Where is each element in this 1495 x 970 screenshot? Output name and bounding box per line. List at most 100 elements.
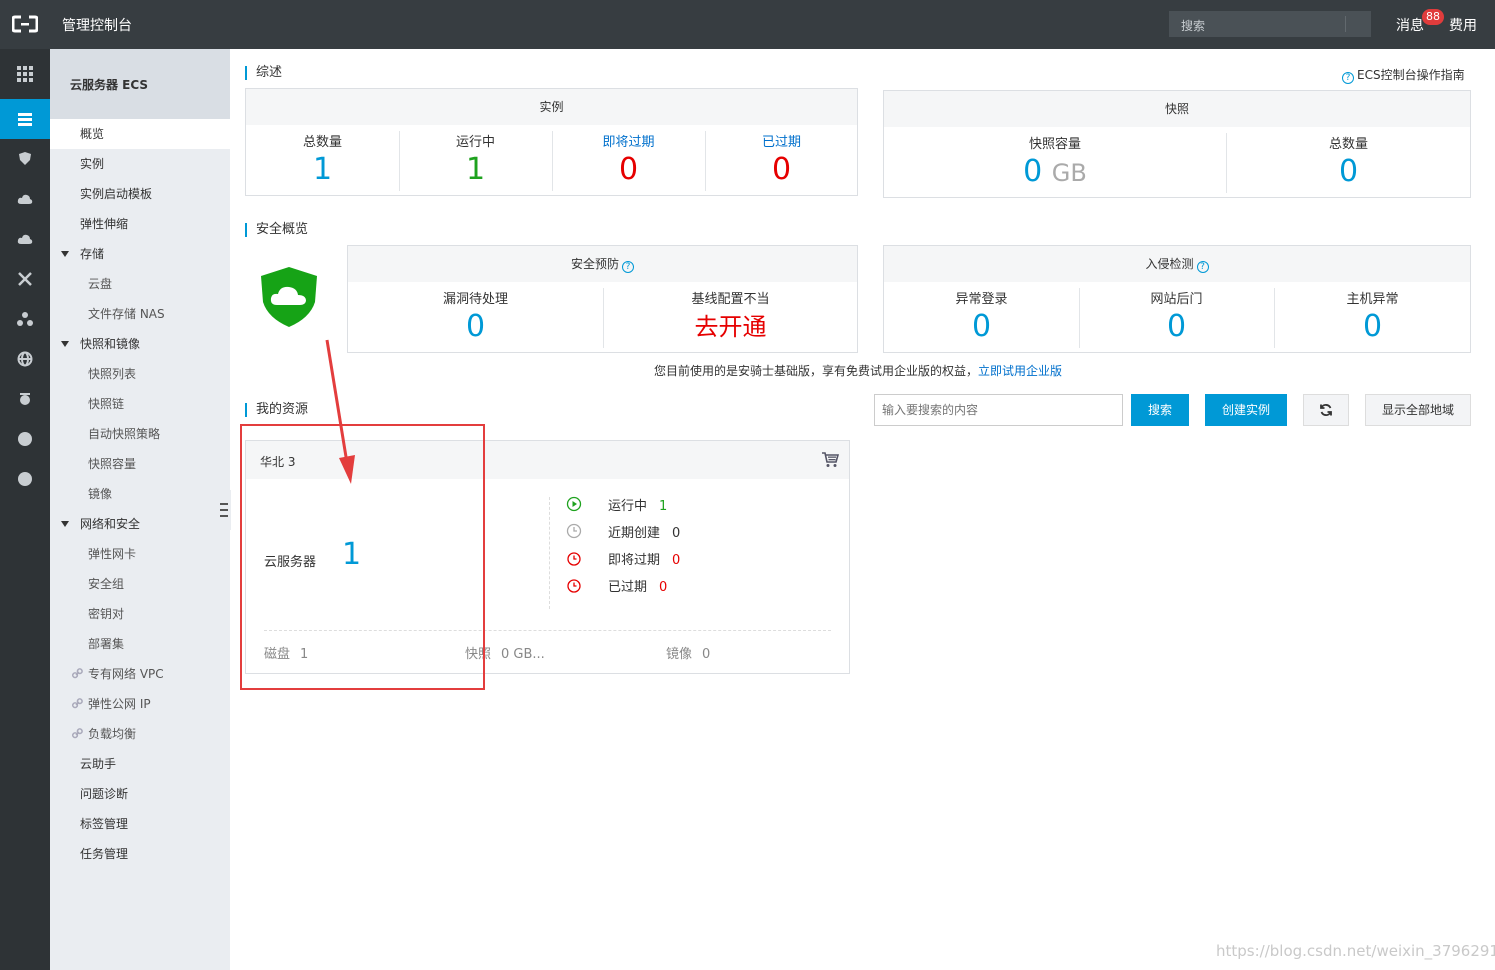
top-search-input[interactable]: 搜索: [1169, 11, 1371, 37]
sidebar-collapse-handle[interactable]: [217, 490, 231, 530]
sidebar-item-images[interactable]: 镜像: [50, 479, 230, 509]
sidebar-item-keypair[interactable]: 密钥对: [50, 599, 230, 629]
sidebar-item-label: 标签管理: [80, 817, 129, 831]
help-icon[interactable]: ?: [622, 261, 634, 273]
instances-expiring-label[interactable]: 即将过期: [552, 131, 705, 150]
web-backdoor[interactable]: 网站后门 0: [1079, 282, 1274, 345]
sidebar-item-diagnosis[interactable]: 问题诊断: [50, 779, 230, 809]
messages-link[interactable]: 消息: [1396, 15, 1424, 35]
sidebar-item-instances[interactable]: 实例: [50, 149, 230, 179]
rail-monitor[interactable]: [0, 379, 50, 419]
stat-value: 0: [672, 553, 681, 568]
rail-apps[interactable]: [0, 54, 50, 94]
stat-value: 1: [659, 499, 668, 514]
host-anomaly[interactable]: 主机异常 0: [1274, 282, 1471, 345]
caret-down-icon: [61, 341, 69, 347]
console-title[interactable]: 管理控制台: [62, 15, 132, 35]
abnormal-login[interactable]: 异常登录 0: [884, 282, 1079, 345]
link-icon: [72, 728, 83, 739]
instances-total-label: 总数量: [302, 135, 342, 150]
snapshot-capacity-unit: GB: [1051, 159, 1087, 187]
baseline-label: 基线配置不当: [691, 292, 770, 307]
rail-ecs[interactable]: [0, 99, 50, 139]
rail-dot-2[interactable]: [0, 459, 50, 499]
instances-running-value: 1: [465, 152, 486, 187]
instances-expired-value: 0: [771, 152, 792, 187]
rail-security[interactable]: [0, 139, 50, 179]
sidebar-item-auto-snapshot[interactable]: 自动快照策略: [50, 419, 230, 449]
rail-cloud-upload[interactable]: [0, 219, 50, 259]
instances-total[interactable]: 总数量 1: [246, 125, 399, 188]
stat-label: 运行中: [608, 499, 648, 514]
resource-search-button[interactable]: 搜索: [1131, 394, 1189, 426]
sidebar-item-tasks[interactable]: 任务管理: [50, 839, 230, 869]
snapshot-capacity-value: 0 GB: [884, 154, 1226, 191]
intrusion-panel: 入侵检测? 异常登录 0 网站后门 0 主机异常 0: [883, 245, 1471, 353]
panel-header-text: 快照: [1164, 102, 1189, 116]
sidebar-item-security-group[interactable]: 安全组: [50, 569, 230, 599]
snapshot-capacity[interactable]: 快照容量 0 GB: [884, 127, 1226, 191]
sidebar-item-label: 部署集: [88, 637, 125, 651]
sidebar-item-label: 自动快照策略: [88, 427, 161, 441]
menu-bar: [220, 509, 228, 511]
sidebar-item-eni[interactable]: 弹性网卡: [50, 539, 230, 569]
panel-header-text: 实例: [539, 100, 564, 114]
shield-icon: [19, 152, 31, 165]
sidebar-item-label: 网络和安全: [80, 517, 141, 531]
instances-expired[interactable]: 已过期 0: [705, 125, 858, 188]
baseline-misconfig[interactable]: 基线配置不当 去开通: [603, 282, 858, 345]
instances-running[interactable]: 运行中 1: [399, 125, 552, 188]
rail-network[interactable]: [0, 299, 50, 339]
sidebar-item-vpc[interactable]: 专有网络 VPC: [50, 659, 230, 689]
create-instance-button[interactable]: 创建实例: [1205, 394, 1287, 426]
vuln-pending[interactable]: 漏洞待处理 0: [348, 282, 603, 345]
rail-tools[interactable]: [0, 259, 50, 299]
sidebar-group-snapshots-images[interactable]: 快照和镜像: [50, 329, 230, 359]
sidebar-item-nas[interactable]: 文件存储 NAS: [50, 299, 230, 329]
sidebar-item-deployment-set[interactable]: 部署集: [50, 629, 230, 659]
sidebar-item-disks[interactable]: 云盘: [50, 269, 230, 299]
sidebar-item-label: 弹性网卡: [88, 547, 137, 561]
server-icon: [18, 113, 32, 126]
rail-dot-1[interactable]: [0, 419, 50, 459]
rail-globe[interactable]: [0, 339, 50, 379]
backdoor-label: 网站后门: [1150, 292, 1203, 307]
globe-icon: [17, 351, 33, 367]
sidebar-item-eip[interactable]: 弹性公网 IP: [50, 689, 230, 719]
refresh-button[interactable]: [1303, 394, 1349, 426]
help-icon[interactable]: ?: [1196, 261, 1209, 273]
cloud-upload-icon: [17, 234, 33, 244]
sidebar-item-snapshot-capacity[interactable]: 快照容量: [50, 449, 230, 479]
sidebar-item-tags[interactable]: 标签管理: [50, 809, 230, 839]
snapshot-total[interactable]: 总数量 0: [1226, 127, 1471, 190]
sidebar-item-label: 任务管理: [80, 847, 129, 861]
snapshot-value: 0 GB...: [501, 647, 545, 662]
baseline-activate-link[interactable]: 去开通: [603, 309, 858, 345]
cart-icon[interactable]: [822, 452, 839, 468]
sidebar-item-snapshot-list[interactable]: 快照列表: [50, 359, 230, 389]
sidebar-title: 云服务器 ECS: [70, 78, 149, 92]
aliyun-logo-icon[interactable]: [12, 15, 38, 33]
sidebar-item-launch-template[interactable]: 实例启动模板: [50, 179, 230, 209]
sidebar-item-autoscaling[interactable]: 弹性伸缩: [50, 209, 230, 239]
sidebar-group-storage[interactable]: 存储: [50, 239, 230, 269]
image-count[interactable]: 镜像 0: [666, 643, 710, 662]
instances-expiring[interactable]: 即将过期 0: [552, 125, 705, 188]
instances-panel-header: 实例: [246, 89, 857, 125]
snapshot-capacity-label: 快照容量: [1028, 137, 1081, 152]
ecs-guide-link[interactable]: ? ECS控制台操作指南: [1342, 66, 1465, 84]
sidebar-item-label: 云助手: [80, 757, 117, 771]
try-enterprise-link[interactable]: 立即试用企业版: [978, 364, 1062, 378]
fee-link[interactable]: 费用: [1449, 15, 1477, 35]
product-rail: [0, 49, 50, 970]
resource-search-input[interactable]: [874, 394, 1123, 426]
sidebar-item-slb[interactable]: 负载均衡: [50, 719, 230, 749]
sidebar-item-cloud-assistant[interactable]: 云助手: [50, 749, 230, 779]
sidebar-item-label: 安全组: [88, 577, 125, 591]
instances-expired-label[interactable]: 已过期: [705, 131, 858, 150]
sidebar-item-overview[interactable]: 概览: [50, 119, 230, 149]
sidebar-item-snapshot-chain[interactable]: 快照链: [50, 389, 230, 419]
show-all-regions-button[interactable]: 显示全部地域: [1365, 394, 1471, 426]
rail-cloud[interactable]: [0, 179, 50, 219]
sidebar-group-network-security[interactable]: 网络和安全: [50, 509, 230, 539]
